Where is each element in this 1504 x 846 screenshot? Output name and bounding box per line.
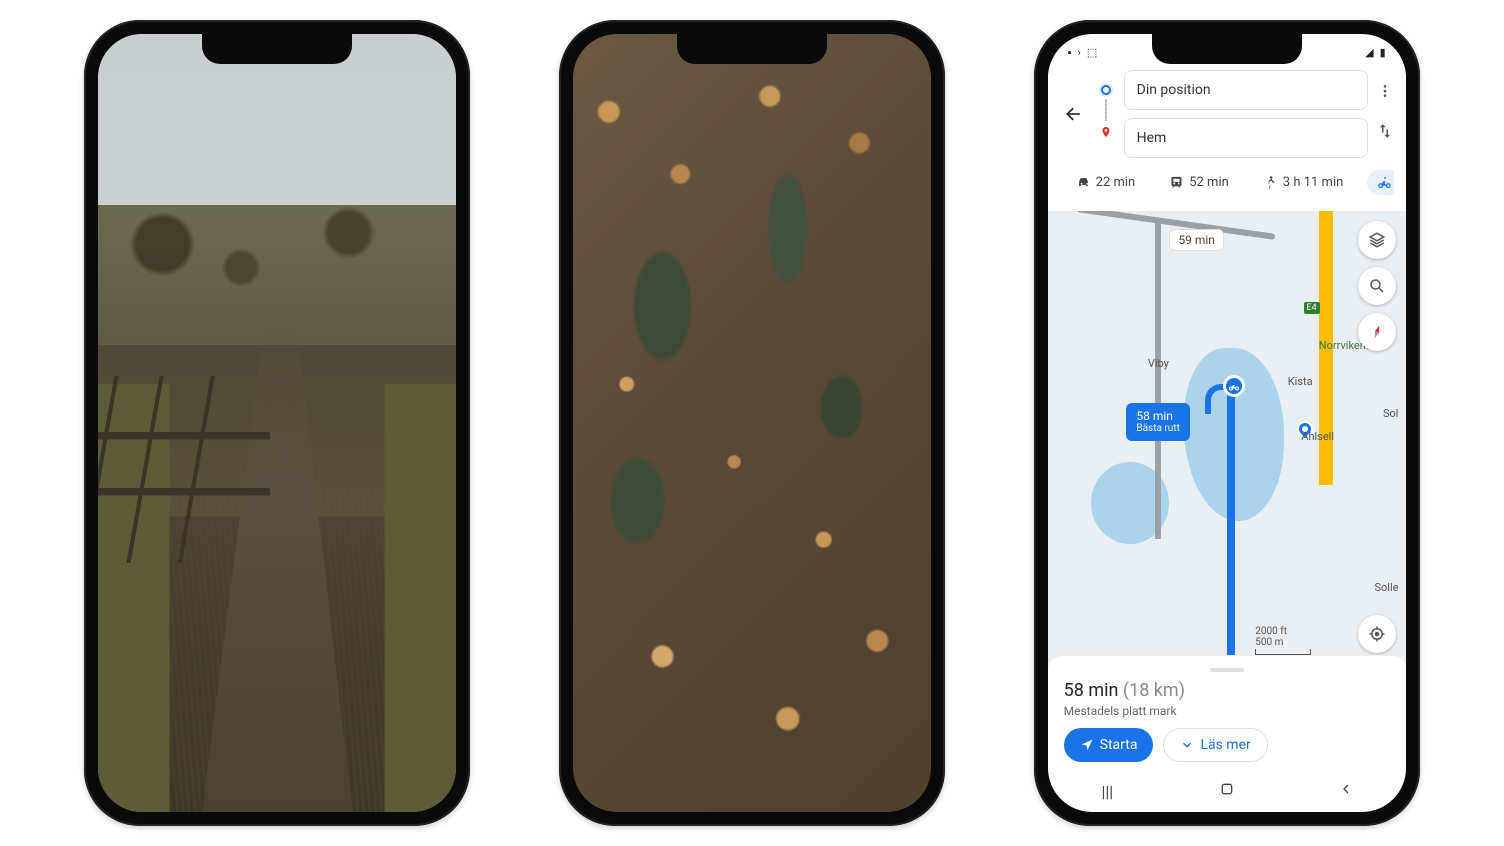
destination-input[interactable]: Hem: [1124, 118, 1368, 158]
navigate-icon: [1080, 738, 1094, 752]
home-nav-icon: [1219, 781, 1235, 797]
car-icon: [1076, 175, 1091, 190]
bike-icon: [1377, 175, 1392, 190]
route-terrain-subtitle: Mestadels platt mark: [1064, 704, 1390, 718]
route-summary-sheet[interactable]: 58 min (18 km) Mestadels platt mark Star…: [1048, 655, 1406, 770]
mode-walk-label: 3 h 11 min: [1283, 175, 1344, 190]
phone-1-screen: [98, 34, 456, 812]
sheet-drag-handle[interactable]: [1210, 668, 1244, 672]
maps-app-screen: ▪ › ⬚ ◢ ▮: [1048, 34, 1406, 812]
swap-vert-icon: [1376, 122, 1394, 140]
compass-icon: [1365, 320, 1388, 343]
place-label-solle: Solle: [1374, 581, 1398, 594]
nav-recents-button[interactable]: |||: [1087, 782, 1127, 801]
trail-photo: [98, 34, 456, 812]
destination-pin-icon: [1100, 125, 1112, 143]
back-button[interactable]: [1060, 100, 1088, 128]
my-location-button[interactable]: [1358, 615, 1396, 653]
phone-mockup-3: ▪ › ⬚ ◢ ▮: [1034, 20, 1420, 826]
mode-tab-transit[interactable]: 52 min: [1159, 170, 1239, 195]
map-layers-button[interactable]: [1358, 221, 1396, 259]
android-status-bar: ▪ › ⬚ ◢ ▮: [1048, 34, 1406, 64]
walk-icon: [1263, 175, 1278, 190]
place-label-viby: Viby: [1148, 357, 1169, 370]
back-nav-icon: [1338, 781, 1354, 797]
map-canvas[interactable]: E4 59 min 58 min Bästa rutt Viby Kista N…: [1048, 211, 1406, 667]
swap-endpoints-button[interactable]: [1376, 122, 1394, 145]
travel-mode-tabs: 22 min 52 min 3 h 11 min 58 min: [1060, 166, 1394, 203]
read-more-button[interactable]: Läs mer: [1163, 728, 1267, 762]
scale-feet: 2000 ft: [1255, 626, 1311, 637]
notification-icon: ⬚: [1087, 46, 1097, 59]
chevron-down-icon: [1180, 738, 1194, 752]
layers-icon: [1368, 231, 1386, 249]
arrow-left-icon: [1064, 104, 1084, 124]
locate-icon: [1368, 625, 1386, 643]
mode-tab-car[interactable]: 22 min: [1066, 170, 1146, 195]
route-distance: (18 km): [1123, 680, 1185, 701]
start-button-label: Starta: [1100, 737, 1138, 753]
forest-floor-photo: [573, 34, 931, 812]
notification-icon: ▪: [1068, 46, 1072, 59]
best-route-time: 58 min: [1136, 409, 1179, 423]
nav-back-button[interactable]: [1326, 781, 1366, 801]
more-vert-icon: [1377, 83, 1393, 99]
phone-mockup-1: [84, 20, 470, 826]
battery-icon: ▮: [1380, 46, 1386, 59]
phone-mockup-2: [559, 20, 945, 826]
origin-dot-icon: [1101, 85, 1111, 95]
route-summary-title: 58 min (18 km): [1064, 680, 1390, 701]
read-more-label: Läs mer: [1200, 737, 1250, 753]
place-label-ahlsell: Ahlsell: [1301, 430, 1334, 443]
highway-badge-e4: E4: [1304, 302, 1320, 314]
origin-input[interactable]: Din position: [1124, 70, 1368, 110]
place-label-sol: Sol: [1383, 407, 1398, 420]
map-compass-button[interactable]: [1358, 313, 1396, 351]
best-route-subtitle: Bästa rutt: [1136, 423, 1179, 435]
mode-car-label: 22 min: [1096, 175, 1136, 190]
mode-tab-bike[interactable]: 58 min: [1367, 170, 1393, 195]
route-endpoints-indicator: [1096, 85, 1116, 143]
directions-search-panel: Din position Hem: [1048, 64, 1406, 211]
nav-home-button[interactable]: [1207, 781, 1247, 801]
best-route-label[interactable]: 58 min Bästa rutt: [1126, 403, 1189, 441]
map-scale: 2000 ft 500 m: [1255, 626, 1311, 655]
start-navigation-button[interactable]: Starta: [1064, 728, 1154, 762]
android-nav-bar: |||: [1048, 770, 1406, 812]
transit-icon: [1169, 175, 1184, 190]
scale-meters: 500 m: [1255, 637, 1311, 648]
mode-transit-label: 52 min: [1189, 175, 1229, 190]
notification-icon: ›: [1078, 46, 1081, 59]
destination-value: Hem: [1137, 130, 1167, 146]
alt-route-time-label[interactable]: 59 min: [1169, 229, 1224, 251]
route-time: 58 min: [1064, 680, 1119, 701]
place-label-kista: Kista: [1288, 375, 1313, 388]
overflow-menu-button[interactable]: [1377, 83, 1393, 104]
origin-value: Din position: [1137, 82, 1211, 98]
phone-2-screen: [573, 34, 931, 812]
search-icon: [1368, 277, 1386, 295]
map-search-button[interactable]: [1358, 267, 1396, 305]
mode-tab-walk[interactable]: 3 h 11 min: [1253, 170, 1354, 195]
signal-icon: ◢: [1365, 46, 1373, 59]
